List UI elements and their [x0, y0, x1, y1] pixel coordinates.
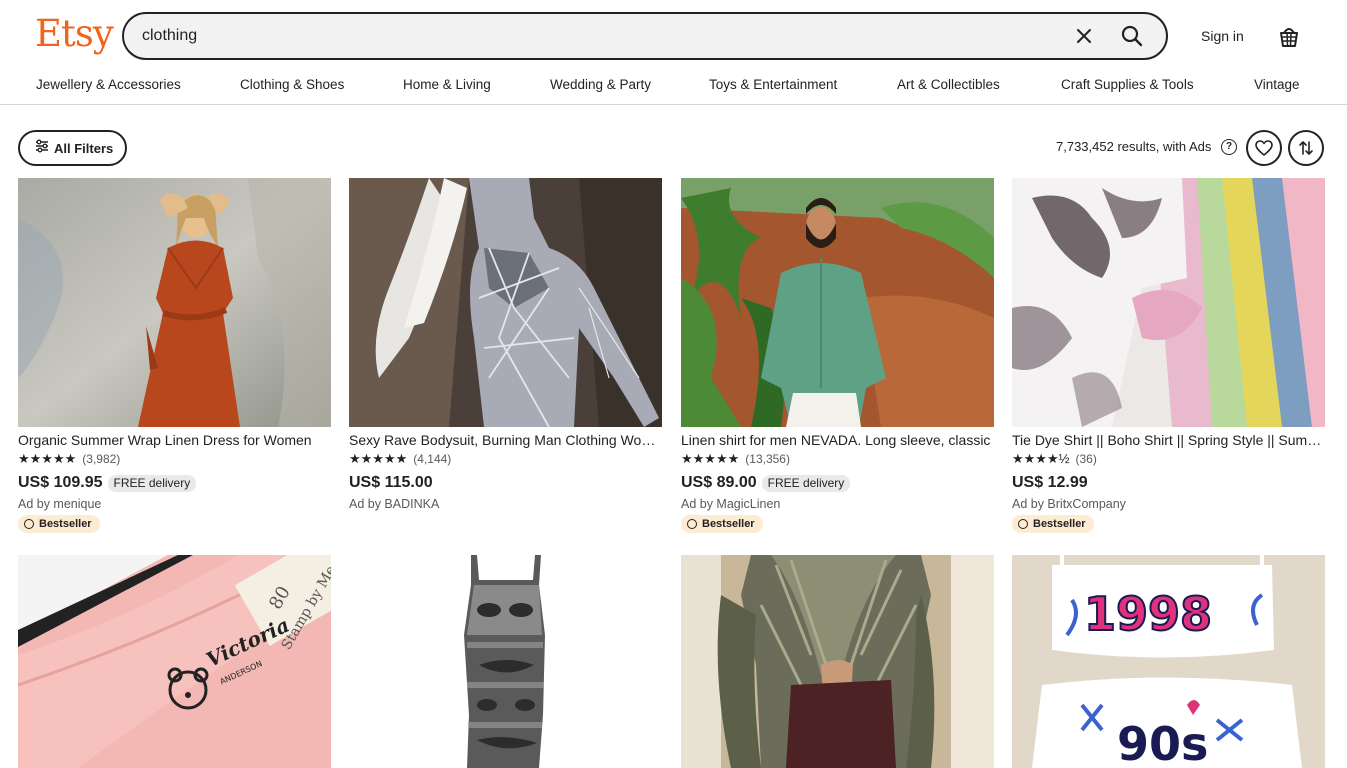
listing-card[interactable] [349, 555, 662, 768]
star-rating: ★★★★★ [349, 451, 408, 466]
listing-price: US$ 115.00 [349, 474, 433, 491]
listing-image[interactable] [1012, 178, 1325, 427]
star-rating: ★★★★★ [18, 451, 77, 466]
medal-icon [24, 519, 34, 529]
all-filters-label: All Filters [54, 140, 114, 156]
listing-card[interactable]: Linen shirt for men NEVADA. Long sleeve,… [681, 178, 994, 533]
category-link[interactable]: Home & Living [403, 77, 491, 93]
price-row: US$ 89.00 FREE delivery [681, 472, 851, 494]
listing-price: US$ 12.99 [1012, 474, 1088, 491]
listing-image[interactable] [349, 555, 662, 768]
listing-card[interactable]: Sexy Rave Bodysuit, Burning Man Clothing… [349, 178, 662, 511]
site-header: Etsy Sign in [0, 0, 1347, 72]
listing-rating: ★★★★½ (36) [1012, 451, 1097, 467]
heart-icon [1255, 140, 1273, 156]
price-row: US$ 109.95 FREE delivery [18, 472, 197, 494]
search-icon[interactable] [1118, 22, 1146, 50]
review-count: (36) [1075, 452, 1097, 466]
bestseller-badge: Bestseller [1012, 515, 1094, 533]
search-input[interactable] [142, 14, 1042, 58]
listing-price: US$ 89.00 [681, 474, 757, 491]
sort-icon [1299, 141, 1313, 155]
sign-in-link[interactable]: Sign in [1201, 27, 1244, 45]
category-link[interactable]: Jewellery & Accessories [36, 77, 181, 93]
listing-seller: Ad by BADINKA [349, 497, 440, 511]
listing-seller: Ad by BritxCompany [1012, 497, 1126, 511]
listing-rating: ★★★★★ (13,356) [681, 451, 790, 467]
bestseller-label: Bestseller [702, 518, 755, 530]
help-icon[interactable]: ? [1221, 139, 1237, 155]
medal-icon [1018, 519, 1028, 529]
category-link[interactable]: Toys & Entertainment [709, 77, 837, 93]
bestseller-badge: Bestseller [681, 515, 763, 533]
listing-seller: Ad by menique [18, 497, 102, 511]
price-row: US$ 115.00 [349, 472, 433, 494]
medal-icon [687, 519, 697, 529]
category-link[interactable]: Art & Collectibles [897, 77, 1000, 93]
search-bar[interactable] [122, 12, 1168, 60]
review-count: (13,356) [745, 452, 790, 466]
listing-rating: ★★★★★ (3,982) [18, 451, 121, 467]
listing-image[interactable] [681, 555, 994, 768]
clear-search-icon[interactable] [1072, 24, 1096, 48]
sort-button[interactable] [1288, 130, 1324, 166]
filters-icon [35, 139, 49, 158]
all-filters-button[interactable]: All Filters [18, 130, 127, 166]
listing-card[interactable]: 1998 90s [1012, 555, 1325, 768]
star-rating: ★★★★★ [681, 451, 740, 466]
listing-seller: Ad by MagicLinen [681, 497, 781, 511]
star-rating: ★★★★½ [1012, 451, 1070, 466]
cart-icon[interactable] [1278, 24, 1300, 48]
top-print: 1998 [1084, 587, 1212, 641]
listing-image[interactable] [681, 178, 994, 427]
etsy-logo[interactable]: Etsy [35, 12, 114, 56]
category-nav: Jewellery & Accessories Clothing & Shoes… [0, 72, 1347, 105]
listing-rating: ★★★★★ (4,144) [349, 451, 452, 467]
listing-card[interactable]: Organic Summer Wrap Linen Dress for Wome… [18, 178, 331, 533]
listing-image[interactable]: 80 Stamp by Me Victoria ANDERSON [18, 555, 331, 768]
category-link[interactable]: Vintage [1254, 77, 1300, 93]
listing-card[interactable]: 80 Stamp by Me Victoria ANDERSON [18, 555, 331, 768]
listing-price: US$ 109.95 [18, 474, 103, 491]
listing-title[interactable]: Organic Summer Wrap Linen Dress for Wome… [18, 432, 331, 449]
shorts-print: 90s [1117, 717, 1208, 768]
free-delivery-badge: FREE delivery [107, 474, 197, 492]
listing-image[interactable] [349, 178, 662, 427]
review-count: (3,982) [82, 452, 121, 466]
price-row: US$ 12.99 [1012, 472, 1088, 494]
category-link[interactable]: Wedding & Party [550, 77, 651, 93]
listing-card[interactable] [681, 555, 994, 768]
free-delivery-badge: FREE delivery [761, 474, 851, 492]
listing-card[interactable]: Tie Dye Shirt || Boho Shirt || Spring St… [1012, 178, 1325, 533]
listing-image[interactable]: 1998 90s [1012, 555, 1325, 768]
bestseller-label: Bestseller [1033, 518, 1086, 530]
category-link[interactable]: Craft Supplies & Tools [1061, 77, 1194, 93]
results-count: 7,733,452 results, with Ads [1056, 139, 1212, 154]
listing-image[interactable] [18, 178, 331, 427]
bestseller-badge: Bestseller [18, 515, 100, 533]
bestseller-label: Bestseller [39, 518, 92, 530]
review-count: (4,144) [413, 452, 452, 466]
listing-title[interactable]: Tie Dye Shirt || Boho Shirt || Spring St… [1012, 432, 1325, 449]
listing-title[interactable]: Linen shirt for men NEVADA. Long sleeve,… [681, 432, 994, 449]
favorite-search-button[interactable] [1246, 130, 1282, 166]
listing-title[interactable]: Sexy Rave Bodysuit, Burning Man Clothing… [349, 432, 662, 449]
category-link[interactable]: Clothing & Shoes [240, 77, 344, 93]
